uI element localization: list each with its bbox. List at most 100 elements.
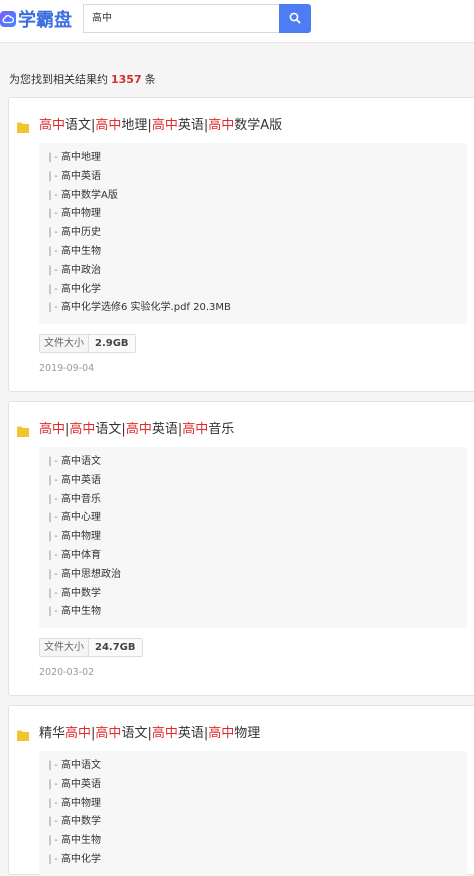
result-card: 精华高中|高中语文|高中英语|高中物理 |- 高中语文 |- 高中英语 |- 高中物理… [8, 705, 474, 876]
file-size-label: 文件大小 [40, 639, 89, 656]
file-name: 高中生物 [61, 835, 101, 847]
list-item: |- 高中音乐 [45, 491, 467, 510]
result-card: 高中|高中语文|高中英语|高中音乐 |- 高中语文 |- 高中英语 |- 高中音乐 |… [8, 401, 474, 696]
file-name: 高中数学A版 [61, 189, 118, 201]
title-part: 高中 [125, 422, 152, 437]
file-name: 高中思想政治 [61, 568, 121, 580]
title-part: 高中 [65, 726, 92, 741]
file-size-value: 2.9GB [89, 335, 135, 352]
list-item: |- 高中政治 [45, 262, 467, 281]
file-size-badge: 文件大小 2.9GB [39, 334, 136, 353]
title-part: 高中 [208, 118, 235, 133]
title-part: 高中 [69, 422, 96, 437]
result-title-link[interactable]: 精华高中|高中语文|高中英语|高中物理 [39, 722, 260, 741]
file-size-label: 文件大小 [40, 335, 89, 352]
search-icon [289, 9, 301, 28]
file-name: 高中英语 [61, 778, 101, 790]
list-item: |- 高中英语 [45, 168, 467, 187]
file-name: 高中心理 [61, 512, 101, 524]
title-part: 高中 [39, 118, 66, 133]
result-count-number: 1357 [111, 73, 142, 86]
cloud-icon [0, 11, 16, 27]
file-list: |- 高中语文 |- 高中英语 |- 高中音乐 |- 高中心理 |- 高中物理 |- 高中体… [39, 447, 467, 628]
file-name: 高中英语 [61, 474, 101, 486]
file-list: |- 高中语文 |- 高中英语 |- 高中物理 |- 高中数学 |- 高中生物 |- 高中化… [39, 751, 467, 876]
file-name: 高中历史 [61, 227, 101, 239]
title-part: 语文| [65, 118, 96, 133]
title-part: 精华 [39, 726, 66, 741]
result-card: 高中语文|高中地理|高中英语|高中数学A版 |- 高中地理 |- 高中英语 |- 高中… [8, 97, 474, 392]
list-item: |- 高中数学A版 [45, 187, 467, 206]
title-part: 英语| [151, 422, 183, 437]
title-part: 语文| [95, 422, 126, 437]
result-title-link[interactable]: 高中语文|高中地理|高中英语|高中数学A版 [39, 114, 282, 133]
list-item: |- 高中英语 [45, 776, 467, 795]
title-part: 高中 [208, 726, 235, 741]
logo-text: 学霸盘 [18, 10, 72, 31]
site-logo[interactable]: 学霸盘 [0, 6, 72, 32]
list-item: |- 高中英语 [45, 472, 467, 491]
search-input[interactable]: 高中 [83, 4, 279, 33]
result-count: 为您找到相关结果约 1357 条 [9, 71, 156, 87]
list-item: |- 高中物理 [45, 205, 467, 224]
list-item: |- 高中历史 [45, 224, 467, 243]
list-item: |- 高中地理 [45, 149, 467, 168]
file-name: 高中政治 [61, 264, 101, 276]
list-item: |- 高中数学 [45, 585, 467, 604]
file-name: 高中数学 [61, 587, 101, 599]
list-item: |- 高中物理 [45, 528, 467, 547]
file-name: 高中体育 [61, 549, 101, 561]
result-date: 2020-03-02 [39, 667, 95, 678]
file-name: 高中化学 [61, 283, 101, 295]
file-name: 高中化学 [61, 853, 101, 865]
list-item: |- 高中语文 [45, 757, 467, 776]
file-name: 高中物理 [61, 531, 101, 543]
file-name: 高中地理 [61, 152, 101, 163]
list-item: |- 高中生物 [45, 603, 467, 622]
title-part: 高中 [39, 422, 66, 437]
file-name: 高中语文 [61, 456, 101, 467]
list-item: |- 高中数学 [45, 813, 467, 832]
title-part: 音乐 [208, 422, 235, 437]
list-item: |- 高中化学选修6 实验化学.pdf 20.3MB [45, 299, 467, 318]
folder-icon [17, 118, 29, 133]
search-button[interactable] [279, 4, 311, 33]
title-part: 地理| [121, 118, 152, 133]
list-item: |- 高中心理 [45, 509, 467, 528]
header-bar: 学霸盘 高中 [0, 0, 474, 43]
folder-icon [17, 422, 29, 437]
list-item: |- 高中物理 [45, 795, 467, 814]
result-count-prefix: 为您找到相关结果约 [9, 73, 108, 86]
title-part: 数学A版 [234, 118, 283, 133]
title-part: 英语| [177, 726, 209, 741]
file-name: 高中物理 [61, 797, 101, 809]
result-title-link[interactable]: 高中|高中语文|高中英语|高中音乐 [39, 418, 234, 437]
title-part: 高中 [151, 118, 178, 133]
list-item: |- 高中体育 [45, 547, 467, 566]
title-part: 语文| [121, 726, 152, 741]
file-name: 高中物理 [61, 208, 101, 220]
title-part: 英语| [177, 118, 209, 133]
result-count-suffix: 条 [144, 73, 156, 86]
file-name: 高中生物 [61, 245, 101, 257]
list-item: |- 高中语文 [45, 453, 467, 472]
file-name: 高中语文 [61, 760, 101, 771]
list-item: |- 高中生物 [45, 243, 467, 262]
list-item: |- 高中化学 [45, 281, 467, 300]
folder-icon [17, 726, 29, 741]
list-item: |- 高中化学 [45, 851, 467, 870]
list-item: |- 高中生物 [45, 832, 467, 851]
file-name: 高中英语 [61, 170, 101, 182]
result-date: 2019-09-04 [39, 363, 95, 374]
file-name: 高中化学选修6 实验化学.pdf 20.3MB [61, 302, 231, 314]
file-name: 高中数学 [61, 816, 101, 828]
file-size-value: 24.7GB [89, 639, 142, 656]
title-part: 高中 [95, 118, 122, 133]
file-name: 高中音乐 [61, 493, 101, 505]
file-name: 高中生物 [61, 606, 101, 618]
title-part: 高中 [151, 726, 178, 741]
file-list: |- 高中地理 |- 高中英语 |- 高中数学A版 |- 高中物理 |- 高中历史 |- 高… [39, 143, 467, 324]
title-part: 高中 [182, 422, 209, 437]
file-size-badge: 文件大小 24.7GB [39, 638, 143, 657]
title-part: 高中 [95, 726, 122, 741]
